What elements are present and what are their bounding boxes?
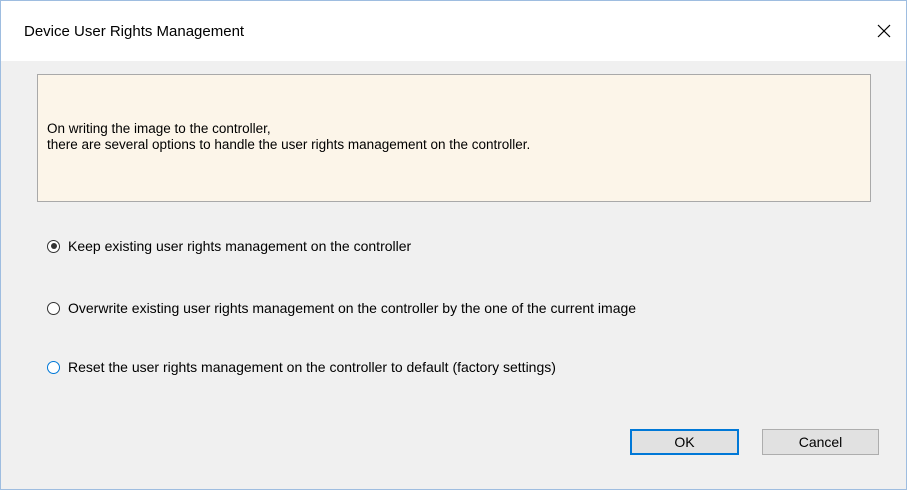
info-panel: On writing the image to the controller, … bbox=[37, 74, 871, 202]
ok-button[interactable]: OK bbox=[630, 429, 739, 455]
option-keep-label: Keep existing user rights management on … bbox=[68, 238, 412, 254]
close-button[interactable] bbox=[862, 11, 906, 51]
option-overwrite[interactable]: Overwrite existing user rights managemen… bbox=[47, 297, 636, 319]
radio-button-keep[interactable] bbox=[47, 239, 60, 253]
option-keep-existing[interactable]: Keep existing user rights management on … bbox=[47, 235, 411, 257]
option-overwrite-label: Overwrite existing user rights managemen… bbox=[68, 300, 637, 316]
radio-selected-dot bbox=[50, 243, 57, 249]
radio-button-overwrite[interactable] bbox=[47, 301, 60, 315]
info-line-2: there are several options to handle the … bbox=[47, 137, 531, 152]
dialog-title: Device User Rights Management bbox=[24, 23, 245, 40]
close-x-icon bbox=[877, 24, 891, 38]
radio-button-reset[interactable] bbox=[47, 360, 60, 374]
info-line-1: On writing the image to the controller, bbox=[47, 121, 271, 136]
option-reset-default[interactable]: Reset the user rights management on the … bbox=[47, 356, 556, 378]
cancel-button[interactable]: Cancel bbox=[762, 429, 879, 455]
dialog-window: Device User Rights Management On writing… bbox=[0, 0, 907, 490]
info-text: On writing the image to the controller, … bbox=[47, 121, 530, 153]
title-bar: Device User Rights Management bbox=[1, 1, 906, 61]
option-reset-label: Reset the user rights management on the … bbox=[68, 359, 556, 375]
